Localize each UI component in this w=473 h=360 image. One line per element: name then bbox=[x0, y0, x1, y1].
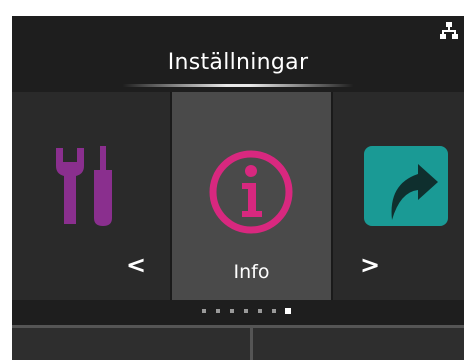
info-icon bbox=[209, 150, 293, 234]
page-dot bbox=[272, 309, 276, 313]
softkey-bar[interactable] bbox=[12, 325, 464, 360]
title-underline bbox=[122, 84, 354, 87]
next-arrow[interactable]: > bbox=[360, 253, 380, 277]
network-icon bbox=[440, 22, 458, 39]
wrench-screwdriver-icon bbox=[56, 146, 112, 226]
arrow-share-icon bbox=[364, 146, 448, 226]
page-dot bbox=[230, 309, 234, 313]
menu-item-label: Info bbox=[233, 261, 270, 283]
page-dot-active bbox=[285, 308, 291, 314]
softkey-divider bbox=[250, 325, 253, 360]
page-title: Inställningar bbox=[167, 50, 309, 75]
page-dot bbox=[216, 309, 220, 313]
page-dot bbox=[202, 309, 206, 313]
printer-screen: Inställningar < > Info bbox=[12, 16, 464, 360]
previous-arrow[interactable]: < bbox=[126, 253, 146, 277]
page-dot bbox=[258, 309, 262, 313]
page-indicator bbox=[202, 307, 312, 315]
page-dot bbox=[244, 309, 248, 313]
